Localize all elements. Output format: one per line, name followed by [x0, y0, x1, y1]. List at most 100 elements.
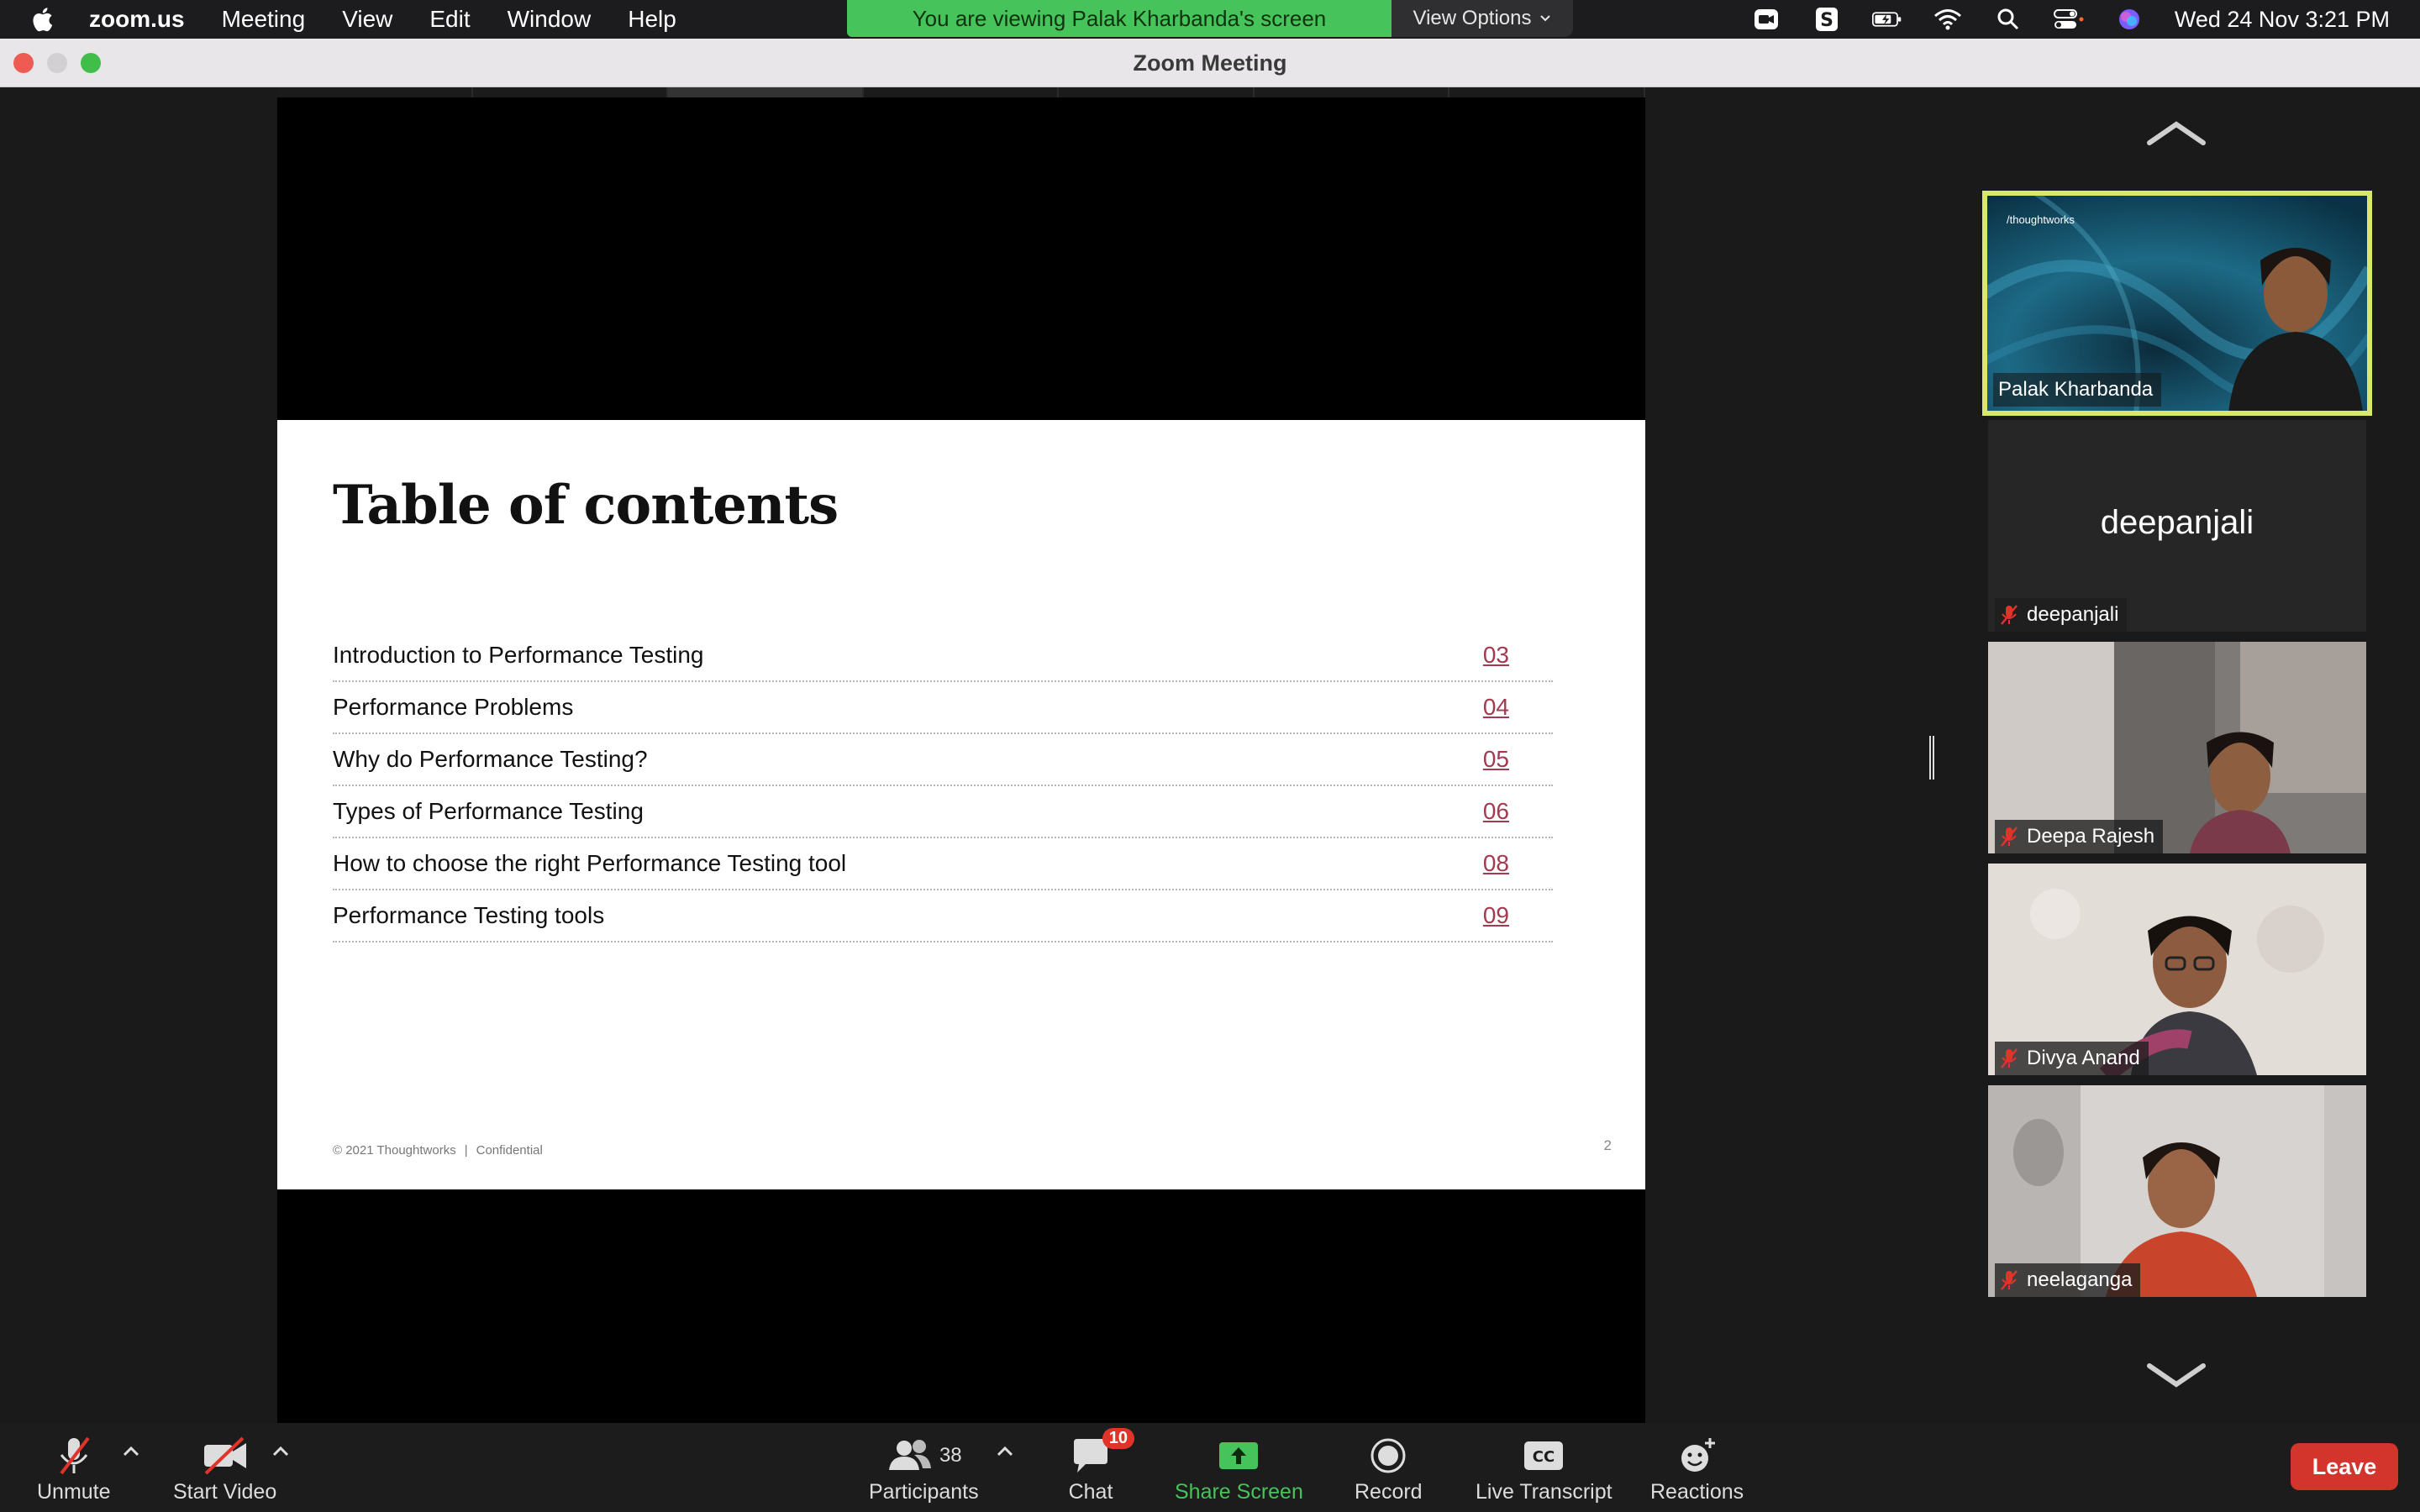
- panel-resize-handle[interactable]: [1929, 736, 1934, 780]
- audio-options-caret-icon[interactable]: [121, 1445, 141, 1458]
- share-screen-button[interactable]: Share Screen: [1175, 1435, 1303, 1507]
- record-button[interactable]: Record: [1355, 1435, 1423, 1507]
- siri-icon[interactable]: [2114, 7, 2144, 32]
- toc-label: Performance Problems: [333, 694, 574, 720]
- shared-tab: [1254, 87, 1450, 97]
- toc-label: Why do Performance Testing?: [333, 746, 648, 772]
- participant-gallery: /thoughtworks Palak Kharbanda deepanjali…: [1982, 87, 2372, 1423]
- toc-page-link[interactable]: 08: [1483, 850, 1509, 877]
- participants-button[interactable]: 38 Participants: [869, 1435, 979, 1507]
- participant-name-label: Palak Kharbanda: [1993, 373, 2162, 407]
- footer-separator: |: [464, 1143, 468, 1158]
- record-icon: [1363, 1435, 1413, 1477]
- background-brand-text: /thoughtworks: [2007, 213, 2075, 226]
- toc-page-link[interactable]: 03: [1483, 642, 1509, 669]
- view-options-button[interactable]: View Options: [1392, 0, 1573, 37]
- muted-mic-icon: [2001, 1048, 2018, 1068]
- wifi-icon[interactable]: [1933, 7, 1963, 32]
- participant-name-label: neelaganga: [1995, 1263, 2141, 1297]
- script-s-icon[interactable]: S: [1812, 7, 1842, 32]
- video-off-icon: [200, 1435, 250, 1477]
- live-transcript-label: Live Transcript: [1476, 1480, 1612, 1504]
- menu-edit[interactable]: Edit: [429, 6, 470, 33]
- muted-mic-icon: [2001, 827, 2018, 847]
- video-options-caret-icon[interactable]: [271, 1445, 291, 1458]
- meeting-toolbar: Unmute Start Video 38 Participants 10 Ch…: [0, 1423, 2420, 1512]
- window-titlebar: Zoom Meeting: [0, 39, 2420, 87]
- share-screen-label: Share Screen: [1175, 1480, 1303, 1504]
- participants-options-caret-icon[interactable]: [995, 1445, 1015, 1458]
- shared-tab: [472, 87, 669, 97]
- chevron-down-icon: [1540, 15, 1551, 22]
- participant-name: Divya Anand: [2027, 1047, 2140, 1069]
- presentation-slide: Table of contents Introduction to Perfor…: [277, 420, 1645, 1189]
- cc-text: CC: [1533, 1448, 1555, 1466]
- chevron-up-icon[interactable]: [2144, 118, 2208, 148]
- svg-text:S: S: [1820, 10, 1833, 31]
- participant-name: deepanjali: [2027, 603, 2119, 626]
- video-tile[interactable]: deepanjali deepanjali: [1988, 420, 2366, 632]
- shared-screen-tab-strip: [277, 87, 1646, 97]
- shared-tab: [1059, 87, 1255, 97]
- shared-screen-view[interactable]: Table of contents Introduction to Perfor…: [277, 87, 1646, 1423]
- record-label: Record: [1355, 1480, 1423, 1504]
- toc-label: Performance Testing tools: [333, 902, 605, 928]
- share-banner-text: You are viewing Palak Kharbanda's screen: [912, 5, 1327, 31]
- toc-page-link[interactable]: 06: [1483, 798, 1509, 825]
- muted-mic-icon: [2001, 605, 2018, 625]
- toc-page-link[interactable]: 09: [1483, 902, 1509, 929]
- video-tile[interactable]: Deepa Rajesh: [1988, 642, 2366, 853]
- toc-page-link[interactable]: 04: [1483, 694, 1509, 721]
- video-tile-active-speaker[interactable]: /thoughtworks Palak Kharbanda: [1982, 191, 2372, 416]
- reactions-button[interactable]: Reactions: [1650, 1435, 1744, 1507]
- toc-row: Introduction to Performance Testing 03: [333, 630, 1553, 682]
- slide-footer: © 2021 Thoughtworks | Confidential: [333, 1143, 543, 1158]
- video-tile[interactable]: Divya Anand: [1988, 864, 2366, 1075]
- slide-confidential: Confidential: [476, 1143, 543, 1158]
- shared-tab: [277, 87, 473, 97]
- menubar-clock[interactable]: Wed 24 Nov 3:21 PM: [2175, 7, 2390, 33]
- view-options-label: View Options: [1413, 7, 1532, 29]
- chevron-down-icon[interactable]: [2144, 1361, 2208, 1391]
- toc-page-link[interactable]: 05: [1483, 746, 1509, 773]
- slide-copyright: © 2021 Thoughtworks: [333, 1143, 456, 1158]
- menu-help[interactable]: Help: [628, 6, 676, 33]
- unmute-label: Unmute: [37, 1480, 111, 1504]
- menu-view[interactable]: View: [342, 6, 392, 33]
- muted-mic-icon: [2001, 1270, 2018, 1290]
- battery-icon[interactable]: [1871, 7, 1902, 32]
- toc-row: Types of Performance Testing 06: [333, 786, 1553, 838]
- start-video-label: Start Video: [173, 1480, 277, 1504]
- leave-button[interactable]: Leave: [2291, 1443, 2398, 1490]
- chat-button[interactable]: 10 Chat: [1065, 1428, 1134, 1507]
- chat-icon: 10: [1065, 1428, 1134, 1477]
- slide-page-number: 2: [1603, 1137, 1612, 1153]
- control-center-icon[interactable]: [2053, 7, 2084, 32]
- table-of-contents: Introduction to Performance Testing 03 Pe…: [333, 630, 1553, 942]
- toc-label: Introduction to Performance Testing: [333, 642, 704, 668]
- start-video-button[interactable]: Start Video: [173, 1435, 276, 1507]
- menu-app-name[interactable]: zoom.us: [89, 6, 185, 33]
- participant-display-name: deepanjali: [2100, 504, 2254, 541]
- share-screen-icon: [1213, 1435, 1264, 1477]
- unmute-button[interactable]: Unmute: [37, 1435, 111, 1507]
- video-tile[interactable]: neelaganga: [1988, 1085, 2366, 1297]
- chat-label: Chat: [1068, 1480, 1113, 1504]
- shared-tab: [668, 87, 864, 97]
- toc-label: How to choose the right Performance Test…: [333, 850, 847, 876]
- apple-icon[interactable]: [30, 5, 57, 34]
- participants-icon: 38: [873, 1435, 974, 1477]
- toc-label: Types of Performance Testing: [333, 798, 644, 824]
- live-transcript-button[interactable]: CC Live Transcript: [1476, 1435, 1612, 1507]
- menu-meeting[interactable]: Meeting: [222, 6, 306, 33]
- search-icon[interactable]: [1993, 7, 2023, 32]
- reactions-label: Reactions: [1650, 1480, 1744, 1504]
- screen-share-banner: You are viewing Palak Kharbanda's screen: [847, 0, 1392, 37]
- toc-row: Performance Testing tools 09: [333, 890, 1553, 942]
- menu-window[interactable]: Window: [508, 6, 592, 33]
- zoom-status-icon[interactable]: [1751, 7, 1781, 32]
- toc-row: How to choose the right Performance Test…: [333, 838, 1553, 890]
- participant-name: neelaganga: [2027, 1268, 2133, 1291]
- meeting-main-area: Table of contents Introduction to Perfor…: [0, 87, 2420, 1423]
- muted-mic-icon: [49, 1435, 99, 1477]
